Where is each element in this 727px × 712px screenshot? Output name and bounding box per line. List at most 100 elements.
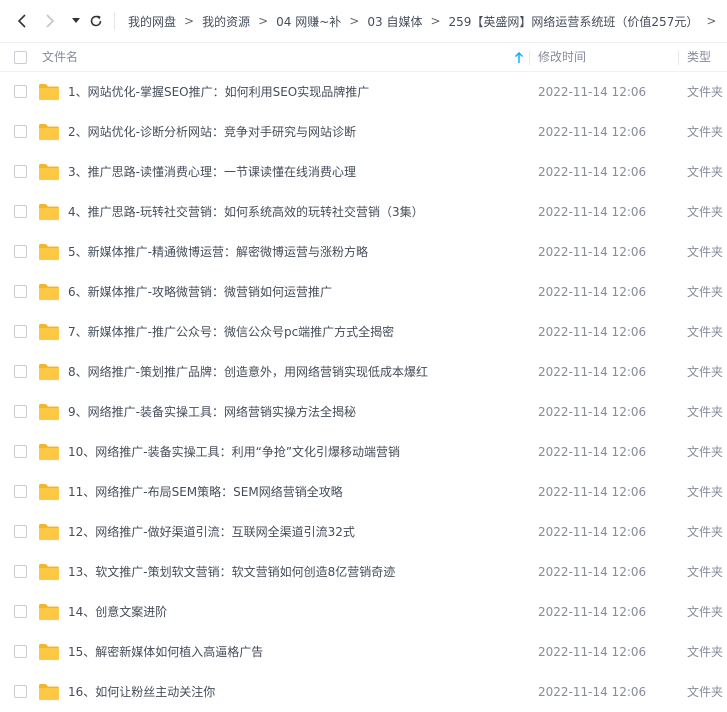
file-name[interactable]: 15、解密新媒体如何植入高逼格广告	[68, 632, 263, 672]
folder-icon	[39, 484, 59, 500]
breadcrumb-separator: >	[430, 14, 441, 28]
file-row[interactable]: 14、创意文案进阶 2022-11-14 12:06 文件夹	[0, 592, 727, 632]
file-type: 文件夹	[687, 405, 724, 419]
row-checkbox[interactable]	[14, 605, 27, 618]
file-row[interactable]: 8、网络推广-策划推广品牌：创造意外，用网络营销实现低成本爆红 2022-11-…	[0, 352, 727, 392]
folder-icon	[39, 164, 59, 180]
breadcrumb-separator: >	[706, 14, 717, 28]
file-row[interactable]: 5、新媒体推广-精通微博运营：解密微博运营与涨粉方略 2022-11-14 12…	[0, 232, 727, 272]
file-row[interactable]: 4、推广思路-玩转社交营销：如何系统高效的玩转社交营销（3集） 2022-11-…	[0, 192, 727, 232]
breadcrumb-item-my-drive[interactable]: 我的网盘	[128, 13, 176, 30]
file-modified-time: 2022-11-14 12:06	[538, 245, 647, 259]
file-row[interactable]: 1、网站优化-掌握SEO推广：如何利用SEO实现品牌推广 2022-11-14 …	[0, 72, 727, 112]
column-header-modified[interactable]: 修改时间	[538, 43, 586, 72]
row-checkbox[interactable]	[14, 125, 27, 138]
file-name[interactable]: 9、网络推广-装备实操工具：网络营销实操方法全揭秘	[68, 392, 356, 432]
column-divider[interactable]	[529, 51, 530, 65]
row-checkbox[interactable]	[14, 245, 27, 258]
file-name[interactable]: 3、推广思路-读懂消费心理：一节课读懂在线消费心理	[68, 152, 356, 192]
chevron-left-icon	[17, 14, 26, 28]
file-name[interactable]: 5、新媒体推广-精通微博运营：解密微博运营与涨粉方略	[68, 232, 368, 272]
file-name[interactable]: 16、如何让粉丝主动关注你	[68, 672, 215, 712]
breadcrumb-separator: >	[349, 14, 360, 28]
file-row[interactable]: 11、网络推广-布局SEM策略：SEM网络营销全攻略 2022-11-14 12…	[0, 472, 727, 512]
file-modified-time: 2022-11-14 12:06	[538, 525, 647, 539]
row-checkbox[interactable]	[14, 205, 27, 218]
row-checkbox[interactable]	[14, 365, 27, 378]
folder-icon	[39, 684, 59, 700]
file-modified-time: 2022-11-14 12:06	[538, 565, 647, 579]
refresh-button[interactable]	[85, 10, 107, 32]
row-checkbox[interactable]	[14, 525, 27, 538]
sort-ascending-icon[interactable]	[514, 52, 524, 64]
row-checkbox[interactable]	[14, 85, 27, 98]
file-name[interactable]: 14、创意文案进阶	[68, 592, 167, 632]
file-type: 文件夹	[687, 485, 724, 499]
forward-button[interactable]	[38, 10, 60, 32]
file-type: 文件夹	[687, 125, 724, 139]
file-row[interactable]: 6、新媒体推广-攻略微营销：微营销如何运营推广 2022-11-14 12:06…	[0, 272, 727, 312]
row-checkbox[interactable]	[14, 325, 27, 338]
folder-icon	[39, 524, 59, 540]
folder-icon	[39, 444, 59, 460]
file-name[interactable]: 11、网络推广-布局SEM策略：SEM网络营销全攻略	[68, 472, 343, 512]
file-name[interactable]: 8、网络推广-策划推广品牌：创造意外，用网络营销实现低成本爆红	[68, 352, 428, 392]
file-name[interactable]: 2、网站优化-诊断分析网站：竞争对手研究与网站诊断	[68, 112, 356, 152]
row-checkbox[interactable]	[14, 645, 27, 658]
column-divider[interactable]	[678, 51, 679, 65]
file-type: 文件夹	[687, 605, 724, 619]
file-name[interactable]: 12、网络推广-做好渠道引流：互联网全渠道引流32式	[68, 512, 355, 552]
file-modified-time: 2022-11-14 12:06	[538, 325, 647, 339]
file-name[interactable]: 7、新媒体推广-推广公众号：微信公众号pc端推广方式全揭密	[68, 312, 394, 352]
file-type: 文件夹	[687, 325, 724, 339]
row-checkbox[interactable]	[14, 565, 27, 578]
row-checkbox[interactable]	[14, 445, 27, 458]
file-name[interactable]: 6、新媒体推广-攻略微营销：微营销如何运营推广	[68, 272, 332, 312]
column-header-name[interactable]: 文件名	[42, 43, 78, 72]
folder-icon	[39, 284, 59, 300]
chevron-right-icon	[46, 14, 55, 28]
row-checkbox[interactable]	[14, 285, 27, 298]
file-type: 文件夹	[687, 365, 724, 379]
file-row[interactable]: 15、解密新媒体如何植入高逼格广告 2022-11-14 12:06 文件夹	[0, 632, 727, 672]
folder-icon	[39, 324, 59, 340]
back-button[interactable]	[12, 10, 34, 32]
breadcrumb-separator: >	[258, 14, 269, 28]
file-name[interactable]: 13、软文推广-策划软文营销：软文营销如何创造8亿营销奇迹	[68, 552, 395, 592]
breadcrumb-item-04[interactable]: 04 网赚~补	[276, 13, 341, 30]
file-name[interactable]: 4、推广思路-玩转社交营销：如何系统高效的玩转社交营销（3集）	[68, 192, 424, 232]
breadcrumb-item-03[interactable]: 03 自媒体	[367, 13, 422, 30]
history-dropdown-button[interactable]	[65, 10, 87, 32]
row-checkbox[interactable]	[14, 165, 27, 178]
file-row[interactable]: 9、网络推广-装备实操工具：网络营销实操方法全揭秘 2022-11-14 12:…	[0, 392, 727, 432]
breadcrumb-item-my-resources[interactable]: 我的资源	[202, 13, 250, 30]
file-type: 文件夹	[687, 445, 724, 459]
file-modified-time: 2022-11-14 12:06	[538, 365, 647, 379]
file-modified-time: 2022-11-14 12:06	[538, 605, 647, 619]
file-row[interactable]: 13、软文推广-策划软文营销：软文营销如何创造8亿营销奇迹 2022-11-14…	[0, 552, 727, 592]
folder-icon	[39, 404, 59, 420]
select-all-checkbox[interactable]	[14, 51, 27, 64]
file-row[interactable]: 10、网络推广-装备实操工具：利用“争抢”文化引爆移动端营销 2022-11-1…	[0, 432, 727, 472]
file-modified-time: 2022-11-14 12:06	[538, 485, 647, 499]
toolbar: 我的网盘 > 我的资源 > 04 网赚~补 > 03 自媒体 > 259【英盛网…	[0, 0, 727, 42]
file-row[interactable]: 3、推广思路-读懂消费心理：一节课读懂在线消费心理 2022-11-14 12:…	[0, 152, 727, 192]
toolbar-divider	[114, 12, 115, 30]
folder-icon	[39, 364, 59, 380]
file-modified-time: 2022-11-14 12:06	[538, 285, 647, 299]
file-row[interactable]: 7、新媒体推广-推广公众号：微信公众号pc端推广方式全揭密 2022-11-14…	[0, 312, 727, 352]
row-checkbox[interactable]	[14, 685, 27, 698]
file-type: 文件夹	[687, 565, 724, 579]
file-row[interactable]: 12、网络推广-做好渠道引流：互联网全渠道引流32式 2022-11-14 12…	[0, 512, 727, 552]
file-name[interactable]: 10、网络推广-装备实操工具：利用“争抢”文化引爆移动端营销	[68, 432, 400, 472]
column-header-type[interactable]: 类型	[687, 43, 711, 72]
file-modified-time: 2022-11-14 12:06	[538, 645, 647, 659]
file-modified-time: 2022-11-14 12:06	[538, 205, 647, 219]
breadcrumb-item-current[interactable]: 259【英盛网】网络运营系统班（价值257元）	[449, 13, 699, 30]
file-name[interactable]: 1、网站优化-掌握SEO推广：如何利用SEO实现品牌推广	[68, 72, 369, 112]
folder-icon	[39, 124, 59, 140]
file-row[interactable]: 16、如何让粉丝主动关注你 2022-11-14 12:06 文件夹	[0, 672, 727, 712]
row-checkbox[interactable]	[14, 485, 27, 498]
row-checkbox[interactable]	[14, 405, 27, 418]
file-row[interactable]: 2、网站优化-诊断分析网站：竞争对手研究与网站诊断 2022-11-14 12:…	[0, 112, 727, 152]
